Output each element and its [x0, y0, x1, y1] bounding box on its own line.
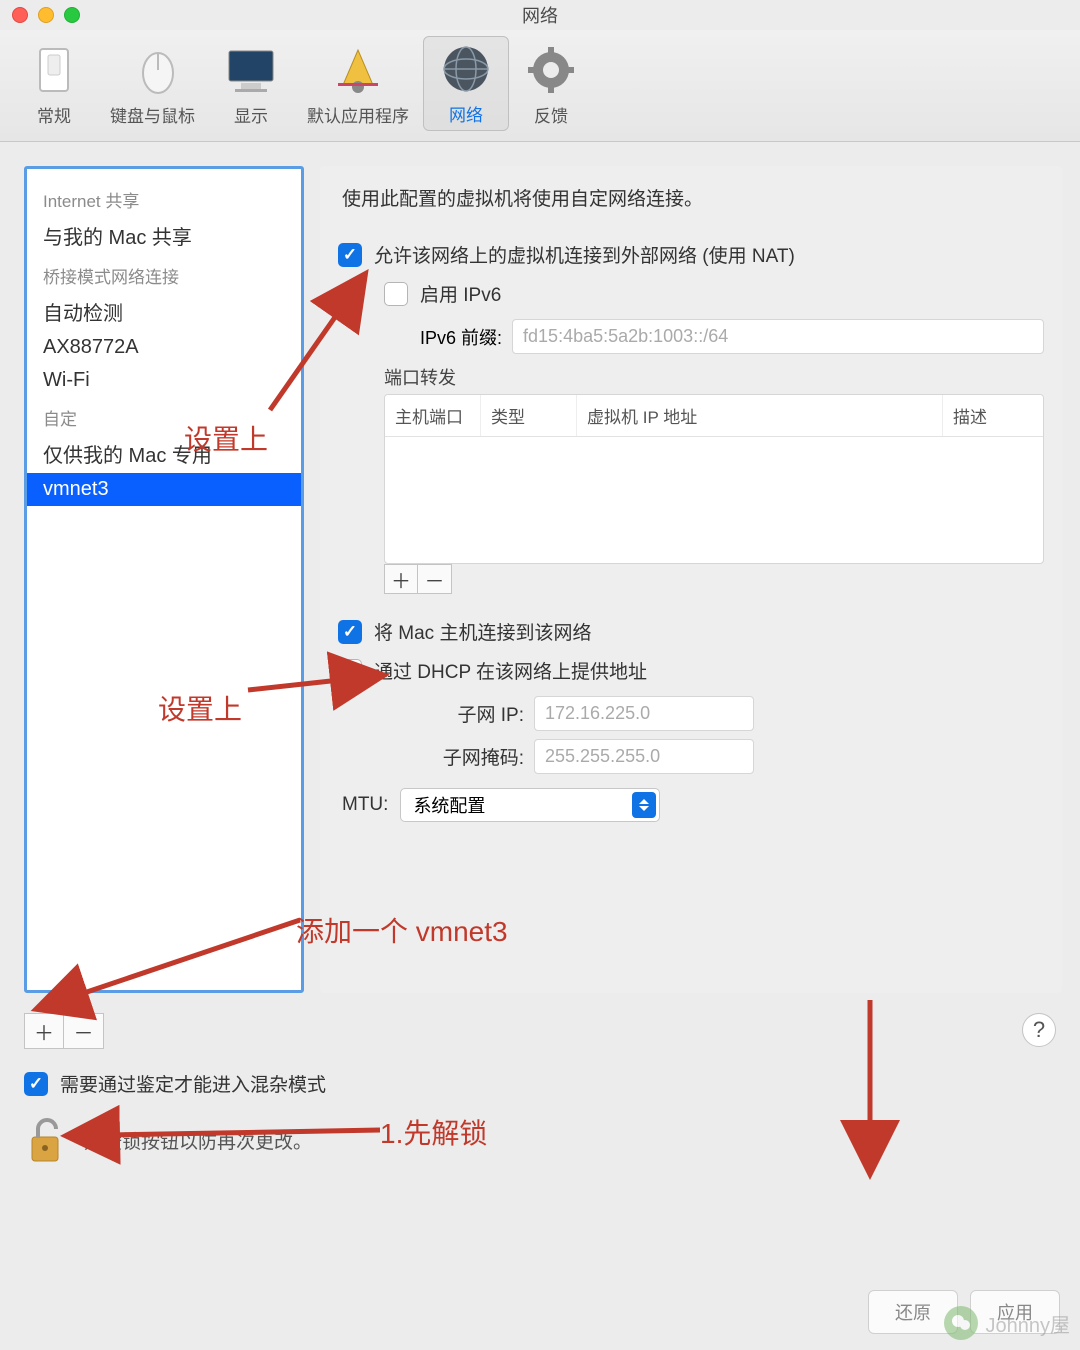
- mtu-value: 系统配置: [413, 792, 485, 818]
- sidebar-add-button[interactable]: ＋: [24, 1013, 64, 1049]
- ipv6-checkbox[interactable]: [384, 282, 408, 306]
- sidebar-pm-buttons: ＋ －: [24, 1013, 104, 1049]
- subnet-mask-label: 子网掩码:: [384, 743, 524, 770]
- bottom-section: 需要通过鉴定才能进入混杂模式 点按锁按钮以防再次更改。: [24, 1070, 1056, 1165]
- toolbar-label: 默认应用程序: [307, 102, 409, 127]
- network-sidebar: Internet 共享 与我的 Mac 共享 桥接模式网络连接 自动检测 AX8…: [24, 166, 304, 993]
- port-forward-label: 端口转发: [384, 364, 1044, 390]
- sidebar-item-autodetect[interactable]: 自动检测: [27, 292, 301, 331]
- promisc-checkbox[interactable]: [24, 1072, 48, 1096]
- col-host-port: 主机端口: [385, 395, 481, 436]
- switch-icon: [26, 42, 82, 98]
- watermark: Johnny屋: [944, 1306, 1071, 1340]
- toolbar-label: 常规: [37, 102, 71, 127]
- sidebar-header: 桥接模式网络连接: [27, 255, 301, 292]
- panel-intro: 使用此配置的虚拟机将使用自定网络连接。: [338, 184, 1044, 211]
- sidebar-item-vmnet3[interactable]: vmnet3: [27, 473, 301, 506]
- help-button[interactable]: ?: [1022, 1013, 1056, 1047]
- port-remove-button[interactable]: －: [418, 564, 452, 594]
- toolbar-label: 键盘与鼠标: [110, 102, 195, 127]
- port-forward-table[interactable]: 主机端口 类型 虚拟机 IP 地址 描述: [384, 394, 1044, 564]
- subnet-ip-label: 子网 IP:: [384, 700, 524, 727]
- toolbar-label: 网络: [449, 101, 483, 126]
- col-type: 类型: [481, 395, 577, 436]
- toolbar-label: 反馈: [534, 102, 568, 127]
- mtu-label: MTU:: [342, 794, 388, 816]
- network-icon: [438, 41, 494, 97]
- sidebar-remove-button[interactable]: －: [64, 1013, 104, 1049]
- window-title: 网络: [0, 2, 1080, 28]
- display-icon: [223, 42, 279, 98]
- preferences-window: 网络 常规 键盘与鼠标 显示 默认应用程序: [0, 0, 1080, 1350]
- toolbar-label: 显示: [234, 102, 268, 127]
- dhcp-label: 通过 DHCP 在该网络上提供地址: [374, 657, 647, 684]
- toolbar-item-feedback[interactable]: 反馈: [509, 38, 593, 131]
- sidebar-header: 自定: [27, 397, 301, 434]
- sidebar-item-ax88772a[interactable]: AX88772A: [27, 331, 301, 364]
- port-add-button[interactable]: ＋: [384, 564, 418, 594]
- toolbar-item-general[interactable]: 常规: [12, 38, 96, 131]
- dhcp-checkbox[interactable]: [338, 659, 362, 683]
- wechat-icon: [944, 1306, 978, 1340]
- sidebar-item-wifi[interactable]: Wi-Fi: [27, 364, 301, 397]
- watermark-text: Johnny屋: [986, 1309, 1071, 1338]
- titlebar: 网络: [0, 0, 1080, 30]
- subnet-ip-field[interactable]: 172.16.225.0: [534, 696, 754, 731]
- col-desc: 描述: [943, 395, 1043, 436]
- mouse-icon: [125, 42, 181, 98]
- ipv6-label: 启用 IPv6: [420, 280, 501, 307]
- connect-host-checkbox[interactable]: [338, 620, 362, 644]
- lock-icon[interactable]: [24, 1115, 70, 1165]
- col-vm-ip: 虚拟机 IP 地址: [577, 395, 943, 436]
- ipv6-prefix-label: IPv6 前缀:: [420, 324, 502, 350]
- nat-checkbox[interactable]: [338, 243, 362, 267]
- nat-label: 允许该网络上的虚拟机连接到外部网络 (使用 NAT): [374, 241, 795, 268]
- table-header: 主机端口 类型 虚拟机 IP 地址 描述: [385, 395, 1043, 437]
- sidebar-item-share-mac[interactable]: 与我的 Mac 共享: [27, 216, 301, 255]
- toolbar-item-display[interactable]: 显示: [209, 38, 293, 131]
- apps-icon: [330, 42, 386, 98]
- toolbar-item-default-apps[interactable]: 默认应用程序: [293, 38, 423, 131]
- sidebar-header: Internet 共享: [27, 179, 301, 216]
- toolbar-item-network[interactable]: 网络: [423, 36, 509, 131]
- main-panel: 使用此配置的虚拟机将使用自定网络连接。 允许该网络上的虚拟机连接到外部网络 (使…: [320, 166, 1062, 993]
- sidebar-item-mac-only[interactable]: 仅供我的 Mac 专用: [27, 434, 301, 473]
- ipv6-prefix-field[interactable]: fd15:4ba5:5a2b:1003::/64: [512, 319, 1044, 354]
- connect-host-label: 将 Mac 主机连接到该网络: [374, 618, 591, 645]
- chevron-updown-icon: [632, 792, 656, 818]
- gear-icon: [523, 42, 579, 98]
- subnet-mask-field[interactable]: 255.255.255.0: [534, 739, 754, 774]
- toolbar: 常规 键盘与鼠标 显示 默认应用程序 网络: [0, 30, 1080, 142]
- mtu-select[interactable]: 系统配置: [400, 788, 660, 822]
- promisc-label: 需要通过鉴定才能进入混杂模式: [60, 1070, 326, 1097]
- lock-text: 点按锁按钮以防再次更改。: [84, 1127, 312, 1154]
- toolbar-item-keyboard-mouse[interactable]: 键盘与鼠标: [96, 38, 209, 131]
